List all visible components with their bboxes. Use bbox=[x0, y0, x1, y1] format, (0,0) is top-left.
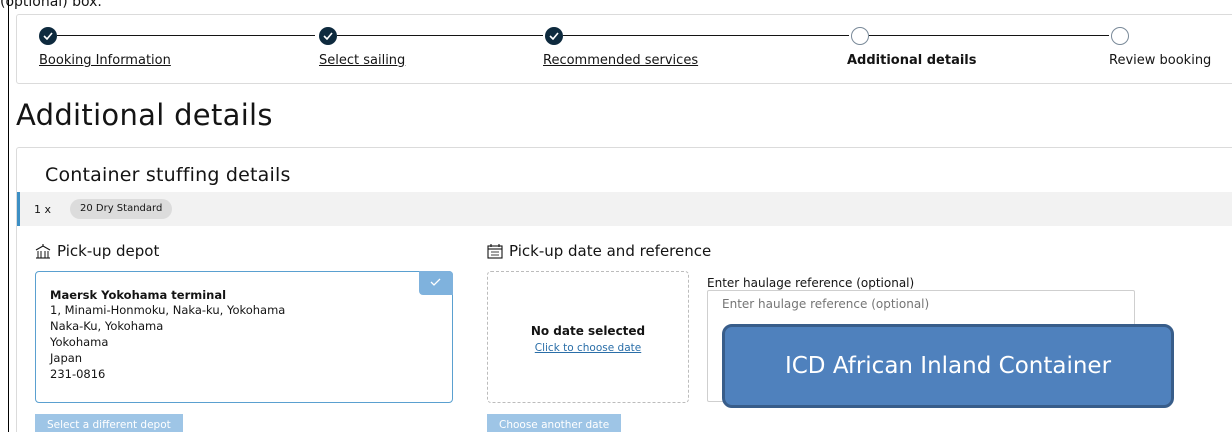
container-quantity: 1 x bbox=[34, 203, 52, 216]
step-complete-icon bbox=[545, 27, 563, 45]
pickup-date-title: Pick-up date and reference bbox=[509, 242, 712, 260]
page-title: Additional details bbox=[16, 98, 273, 132]
pickup-date-heading: Pick-up date and reference bbox=[487, 242, 711, 260]
step-additional-details: Additional details bbox=[847, 53, 977, 68]
booking-stepper: Booking Information Select sailing Recom… bbox=[16, 14, 1232, 84]
callout-text: ICD African Inland Container bbox=[784, 353, 1112, 379]
depot-address-line: Naka-Ku, Yokohama bbox=[50, 319, 164, 333]
annotation-callout: ICD African Inland Container bbox=[722, 324, 1174, 408]
step-connector bbox=[337, 35, 543, 36]
date-picker-dropzone[interactable]: No date selected Click to choose date bbox=[487, 271, 689, 403]
step-connector bbox=[563, 35, 849, 36]
pickup-depot-title: Pick-up depot bbox=[57, 242, 160, 260]
section-title: Container stuffing details bbox=[45, 164, 291, 186]
step-review-booking: Review booking bbox=[1109, 53, 1212, 68]
step-booking-information[interactable]: Booking Information bbox=[39, 53, 171, 68]
selected-check-icon bbox=[419, 271, 453, 295]
depot-name: Maersk Yokohama terminal bbox=[50, 288, 227, 302]
step-pending-icon bbox=[1111, 27, 1129, 45]
step-recommended-services[interactable]: Recommended services bbox=[543, 53, 698, 68]
depot-address-line: Yokohama bbox=[50, 335, 109, 349]
step-connector bbox=[869, 35, 1109, 36]
pickup-depot-heading: Pick-up depot bbox=[35, 242, 159, 260]
step-complete-icon bbox=[39, 27, 57, 45]
depot-postcode: 231-0816 bbox=[50, 367, 106, 381]
choose-another-date-button[interactable]: Choose another date bbox=[487, 414, 622, 432]
haulage-reference-label: Enter haulage reference (optional) bbox=[707, 276, 915, 290]
select-different-depot-button[interactable]: Select a different depot bbox=[35, 414, 183, 432]
depot-building-icon bbox=[35, 243, 51, 259]
step-pending-icon bbox=[851, 27, 869, 45]
selected-depot-card[interactable]: Maersk Yokohama terminal 1, Minami-Honmo… bbox=[35, 271, 453, 403]
step-select-sailing[interactable]: Select sailing bbox=[319, 53, 405, 68]
container-summary-strip: 1 x 20 Dry Standard bbox=[17, 192, 1232, 226]
step-complete-icon bbox=[319, 27, 337, 45]
no-date-text: No date selected bbox=[530, 324, 646, 338]
depot-address-line: 1, Minami-Honmoku, Naka-ku, Yokohama bbox=[50, 303, 286, 317]
step-connector bbox=[57, 35, 315, 36]
depot-address-line: Japan bbox=[50, 351, 83, 365]
choose-date-link[interactable]: Click to choose date bbox=[488, 342, 688, 354]
container-type-badge: 20 Dry Standard bbox=[70, 199, 173, 219]
calendar-icon bbox=[487, 243, 503, 259]
